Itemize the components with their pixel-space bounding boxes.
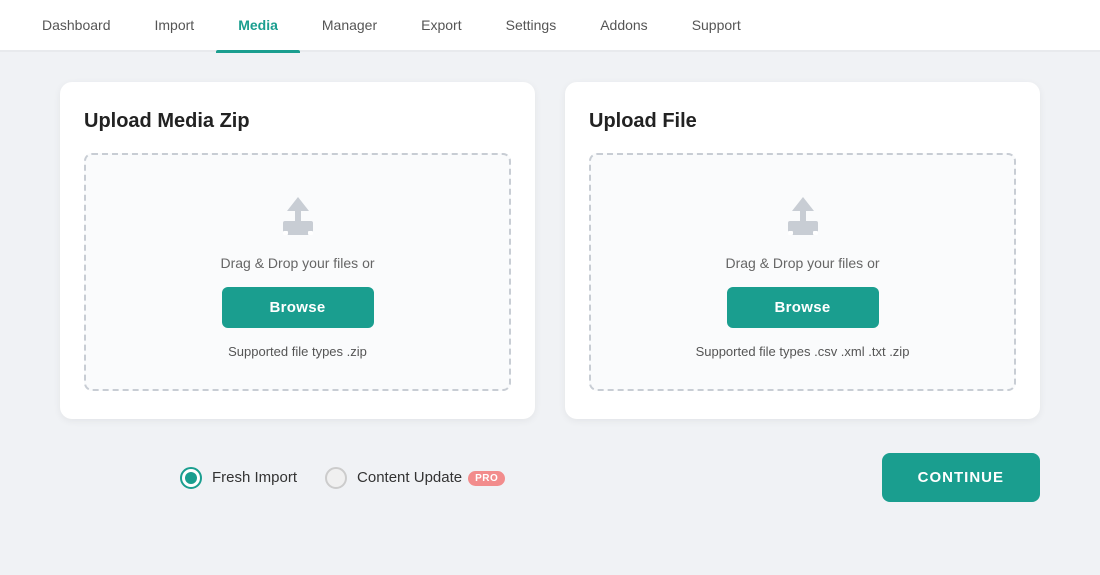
nav-item-dashboard[interactable]: Dashboard [20, 0, 133, 51]
upload-file-card: Upload File Drag & Drop your files or Br… [565, 82, 1040, 419]
cards-row: Upload Media Zip Drag & Drop your files … [60, 82, 1040, 419]
nav-item-support[interactable]: Support [670, 0, 763, 51]
drop-zone-zip[interactable]: Drag & Drop your files or Browse Support… [84, 153, 511, 391]
import-options: Fresh Import Content UpdatePRO [60, 467, 505, 489]
nav-item-manager[interactable]: Manager [300, 0, 399, 51]
drop-text-zip: Drag & Drop your files or [220, 255, 374, 271]
radio-label-update: Content UpdatePRO [357, 469, 505, 486]
nav-item-settings[interactable]: Settings [484, 0, 579, 51]
browse-button-file[interactable]: Browse [727, 287, 879, 328]
drop-zone-file[interactable]: Drag & Drop your files or Browse Support… [589, 153, 1016, 391]
main-content: Upload Media Zip Drag & Drop your files … [0, 52, 1100, 522]
bottom-bar: Fresh Import Content UpdatePRO CONTINUE [60, 443, 1040, 502]
radio-fresh-import[interactable]: Fresh Import [180, 467, 297, 489]
nav-item-import[interactable]: Import [133, 0, 217, 51]
nav-item-export[interactable]: Export [399, 0, 483, 51]
drop-text-file: Drag & Drop your files or [725, 255, 879, 271]
card-title-zip: Upload Media Zip [84, 110, 511, 133]
upload-media-zip-card: Upload Media Zip Drag & Drop your files … [60, 82, 535, 419]
browse-button-zip[interactable]: Browse [222, 287, 374, 328]
supported-text-file: Supported file types .csv .xml .txt .zip [696, 344, 910, 359]
continue-button[interactable]: CONTINUE [882, 453, 1040, 502]
card-title-file: Upload File [589, 110, 1016, 133]
radio-circle-fresh [180, 467, 202, 489]
nav-bar: DashboardImportMediaManagerExportSetting… [0, 0, 1100, 52]
pro-badge: PRO [468, 471, 505, 486]
radio-circle-update [325, 467, 347, 489]
upload-icon-zip [273, 195, 323, 239]
radio-label-fresh: Fresh Import [212, 469, 297, 486]
upload-icon-file [778, 195, 828, 239]
nav-item-media[interactable]: Media [216, 0, 300, 51]
supported-text-zip: Supported file types .zip [228, 344, 367, 359]
nav-item-addons[interactable]: Addons [578, 0, 669, 51]
radio-content-update[interactable]: Content UpdatePRO [325, 467, 505, 489]
